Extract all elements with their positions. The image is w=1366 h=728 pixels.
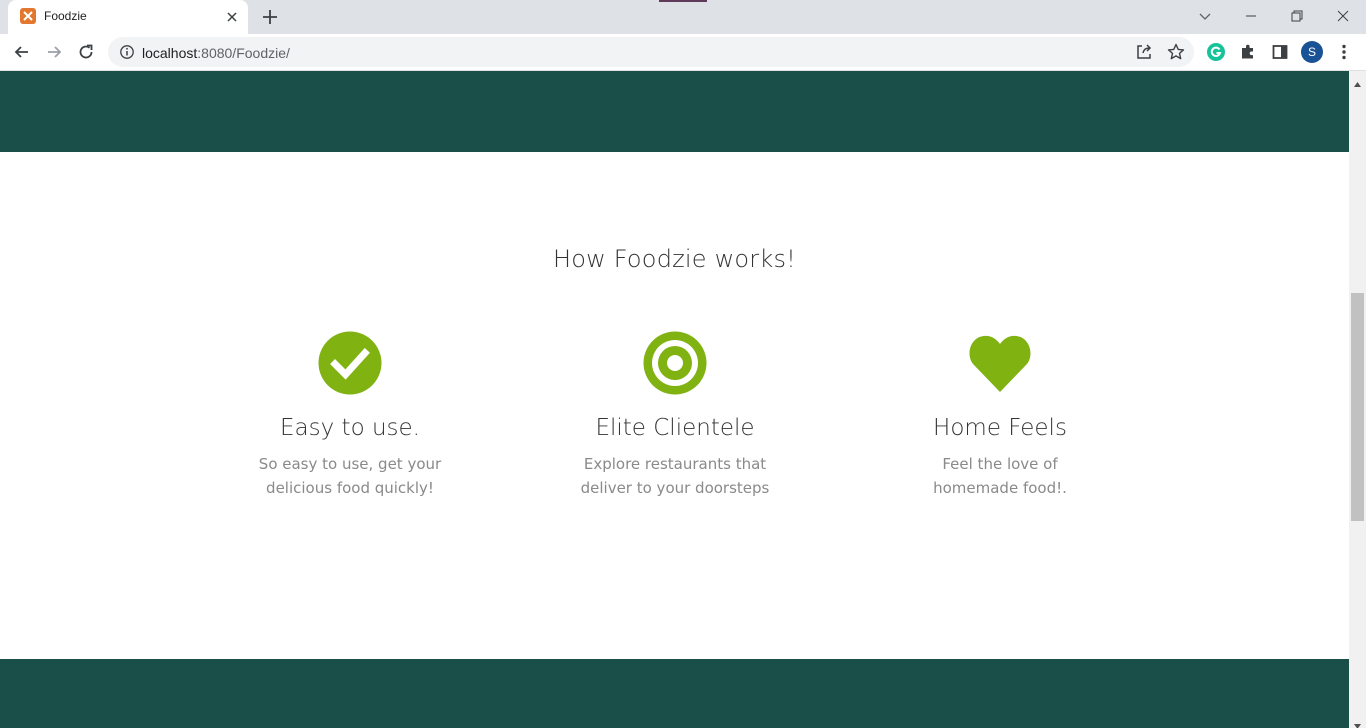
profile-avatar[interactable]: S [1301, 41, 1323, 63]
restore-icon[interactable] [1289, 8, 1305, 24]
footer-band [0, 659, 1349, 728]
feature-title: Easy to use. [280, 415, 420, 441]
vertical-scrollbar[interactable] [1349, 71, 1366, 728]
bullseye-icon [643, 331, 707, 395]
url-text: localhost:8080/Foodzie/ [142, 45, 290, 61]
browser-tab-strip: Foodzie [0, 0, 1366, 34]
scroll-up-arrow-icon[interactable] [1353, 74, 1362, 87]
forward-arrow-icon[interactable] [44, 42, 64, 62]
tab-close-icon[interactable] [224, 9, 240, 25]
site-info-icon[interactable] [119, 44, 135, 60]
feature-desc: So easy to use, get your delicious food … [258, 455, 442, 497]
share-icon[interactable] [1134, 42, 1154, 62]
scrollbar-thumb[interactable] [1351, 293, 1364, 521]
url-host: localhost [142, 45, 198, 61]
feature-title: Elite Clientele [595, 415, 755, 441]
tab-search-chevron-down-icon[interactable] [1197, 8, 1213, 24]
tab-strip-indicator [659, 0, 707, 2]
feature-desc: Explore restaurants that deliver to your… [580, 455, 770, 497]
window-close-icon[interactable] [1335, 8, 1351, 24]
reload-icon[interactable] [76, 42, 96, 62]
grammarly-icon[interactable] [1206, 42, 1226, 62]
minimize-icon[interactable] [1243, 8, 1259, 24]
tab-title: Foodzie [44, 9, 87, 23]
section-title: How Foodzie works! [552, 245, 796, 273]
xampp-favicon-icon [20, 8, 36, 24]
extensions-puzzle-icon[interactable] [1238, 42, 1258, 62]
side-panel-icon[interactable] [1270, 42, 1290, 62]
heart-icon [968, 331, 1032, 395]
new-tab-icon[interactable] [260, 7, 280, 27]
url-path: :8080/Foodzie/ [197, 45, 290, 61]
scroll-down-arrow-icon[interactable] [1353, 716, 1362, 728]
browser-tab[interactable]: Foodzie [8, 0, 248, 34]
header-band [0, 71, 1349, 152]
bookmark-star-icon[interactable] [1166, 42, 1186, 62]
check-circle-icon [318, 331, 382, 395]
back-arrow-icon[interactable] [12, 42, 32, 62]
address-bar[interactable]: localhost:8080/Foodzie/ [108, 37, 1194, 67]
feature-desc: Feel the love of homemade food!. [933, 455, 1067, 497]
browser-toolbar: localhost:8080/Foodzie/ S [0, 34, 1366, 71]
kebab-menu-icon[interactable] [1334, 42, 1354, 62]
feature-title: Home Feels [933, 415, 1067, 441]
page-viewport: How Foodzie works! Easy to use. So easy … [0, 71, 1349, 728]
